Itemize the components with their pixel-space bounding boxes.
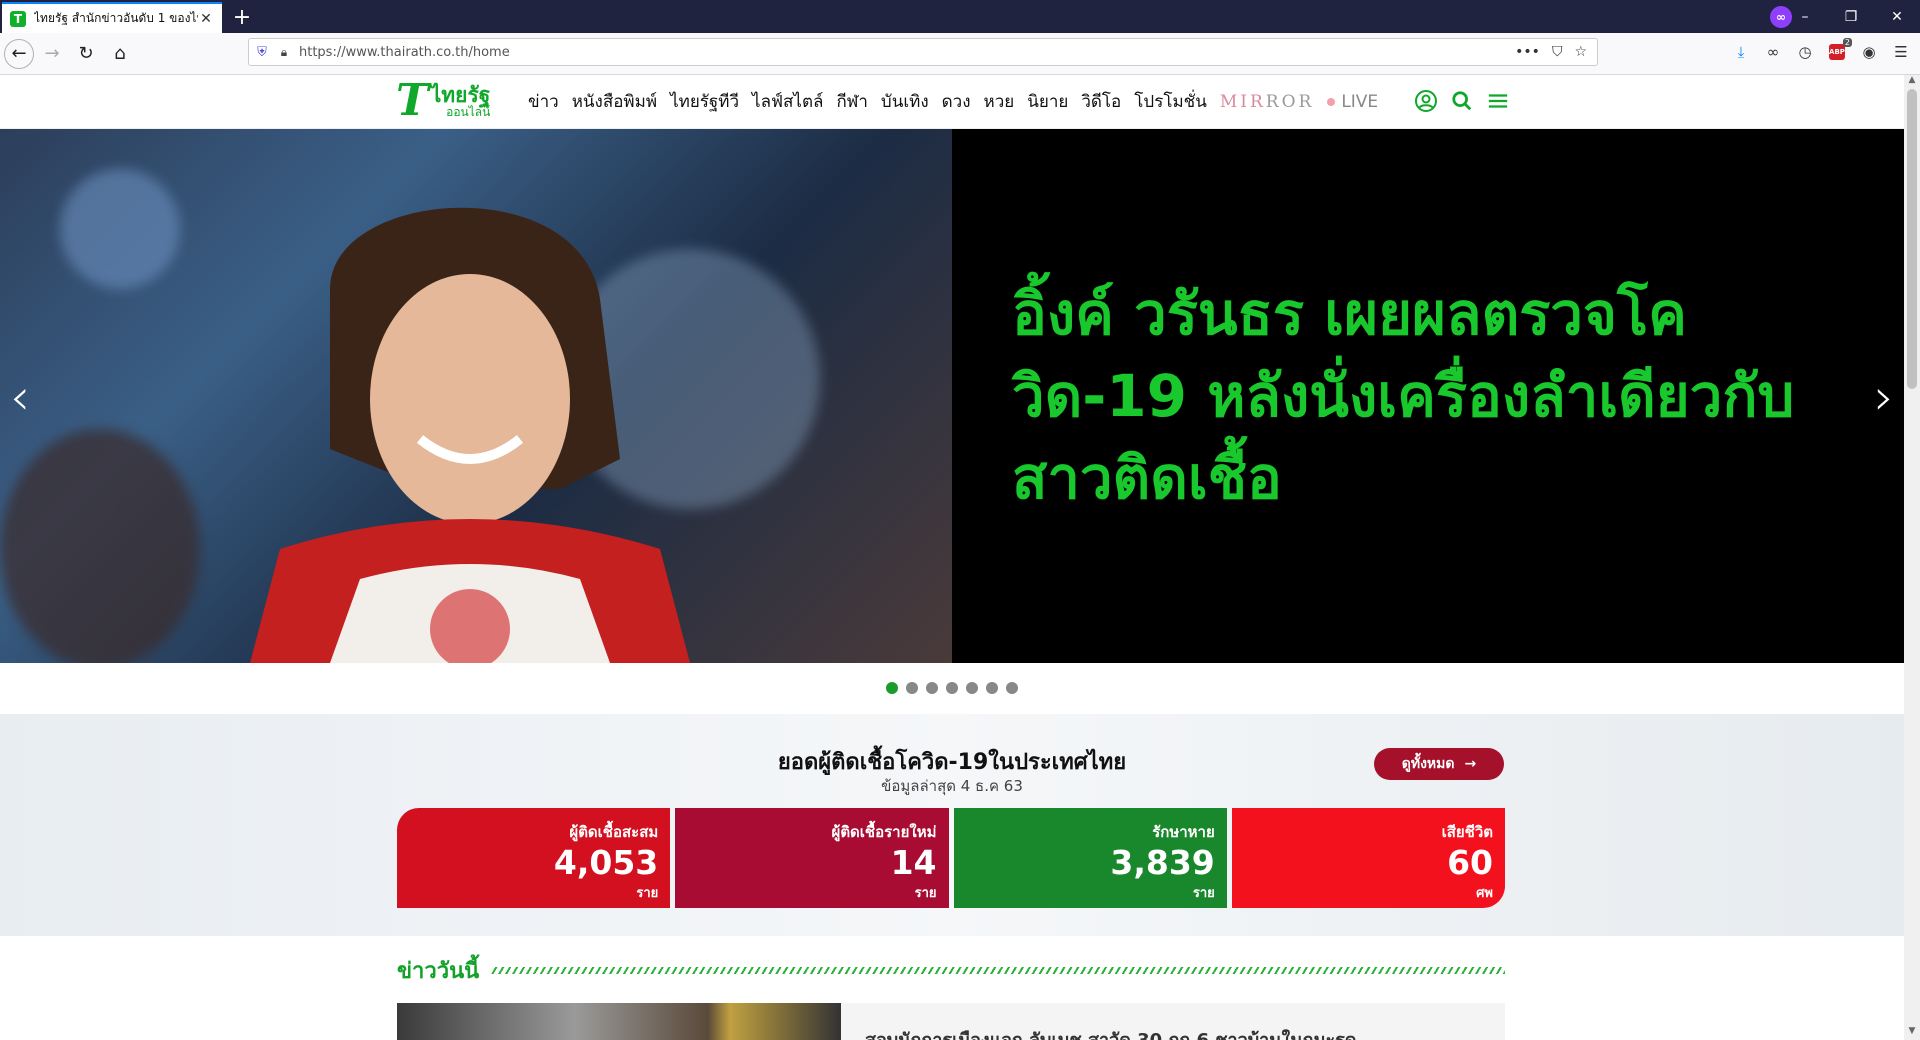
today-news-thumbnail[interactable] xyxy=(397,1003,841,1040)
carousel-dot[interactable] xyxy=(966,682,978,694)
carousel-dot[interactable] xyxy=(1006,682,1018,694)
user-account-icon[interactable] xyxy=(1413,88,1439,114)
nav-item-video[interactable]: วิดีโอ xyxy=(1081,88,1121,115)
page-actions-icon[interactable]: ••• xyxy=(1515,44,1540,60)
thairath-favicon-icon: T xyxy=(10,10,26,27)
nav-item-novel[interactable]: นิยาย xyxy=(1027,88,1068,115)
covid-updated-date: ข้อมูลล่าสุด 4 ธ.ค 63 xyxy=(881,777,1023,795)
arrow-right-icon: → xyxy=(1464,756,1477,772)
nav-item-lottery[interactable]: หวย xyxy=(984,88,1015,115)
adblock-plus-icon[interactable]: ABP 2 xyxy=(1826,38,1852,66)
carousel-prev-icon[interactable]: ‹ xyxy=(0,368,40,426)
history-clock-icon[interactable]: ◷ xyxy=(1794,38,1816,66)
stat-deaths: เสียชีวิต 60 ศพ xyxy=(1231,808,1505,908)
today-news-card[interactable]: สอบนักการเมืองแจก ลับเมช สาวัด 30 ถูก 6 … xyxy=(397,1003,1505,1040)
reload-button[interactable]: ↻ xyxy=(70,38,102,70)
see-all-button[interactable]: ดูทั้งหมด → xyxy=(1374,748,1504,780)
close-window-button[interactable]: ✕ xyxy=(1874,0,1920,33)
url-text[interactable]: https://www.thairath.co.th/home xyxy=(293,45,1515,60)
page-scrollbar[interactable]: ▲ ▼ xyxy=(1904,75,1920,1040)
logo-sub-text: ออนไลน์ xyxy=(446,104,491,119)
nav-item-horoscope[interactable]: ดวง xyxy=(942,88,971,115)
menu-hamburger-icon[interactable]: ☰ xyxy=(1890,38,1912,66)
browser-tab[interactable]: T ไทยรัฐ สำนักข่าวอันดับ 1 ของไทย ✕ xyxy=(2,2,222,33)
today-news-title[interactable]: ข่าววันนี้ xyxy=(397,953,479,988)
live-dot-icon xyxy=(1327,97,1336,106)
bookmark-star-icon[interactable]: ☆ xyxy=(1574,44,1587,60)
browser-navbar: ← → ↻ ⌂ ⛨ 🔒︎ https://www.thairath.co.th/… xyxy=(0,33,1920,75)
nav-item-lifestyle[interactable]: ไลฟ์สไตล์ xyxy=(752,88,823,115)
stat-recovered: รักษาหาย 3,839 ราย xyxy=(953,808,1227,908)
hamburger-menu-icon[interactable] xyxy=(1485,88,1511,114)
covid-stat-cards: ผู้ติดเชื้อสะสม 4,053 ราย ผู้ติดเชื้อราย… xyxy=(397,808,1505,908)
nav-item-thairath-tv[interactable]: ไทยรัฐทีวี xyxy=(670,88,739,115)
stat-total-cases: ผู้ติดเชื้อสะสม 4,053 ราย xyxy=(397,808,671,908)
tab-close-icon[interactable]: ✕ xyxy=(198,11,214,27)
carousel-dot[interactable] xyxy=(886,682,898,694)
nav-item-promotion[interactable]: โปรโมชั่น xyxy=(1134,88,1207,115)
hero-headline[interactable]: อิ้งค์ วรันธร เผยผลตรวจโควิด-19 หลังนั่ง… xyxy=(1012,273,1852,519)
new-tab-button[interactable]: + xyxy=(222,2,262,33)
page-viewport: T ไทยรัฐ ออนไลน์ ข่าว หนังสือพิมพ์ ไทยรั… xyxy=(0,75,1904,1040)
carousel-dot[interactable] xyxy=(986,682,998,694)
thairath-logo[interactable]: T ไทยรัฐ ออนไลน์ xyxy=(396,75,508,126)
covid-stats-section: ยอดผู้ติดเชื้อโควิด-19ในประเทศไทย ข้อมูล… xyxy=(0,714,1904,936)
nav-item-news[interactable]: ข่าว xyxy=(528,88,559,115)
logo-mark: T xyxy=(396,75,429,126)
section-divider xyxy=(491,966,1505,974)
restore-button[interactable]: ❐ xyxy=(1828,0,1874,33)
hero-carousel[interactable]: อิ้งค์ วรันธร เผยผลตรวจโควิด-19 หลังนั่ง… xyxy=(0,129,1904,663)
scroll-thumb[interactable] xyxy=(1907,89,1917,389)
url-bar[interactable]: ⛨ 🔒︎ https://www.thairath.co.th/home •••… xyxy=(248,38,1598,66)
nav-item-newspaper[interactable]: หนังสือพิมพ์ xyxy=(572,88,657,115)
lock-icon[interactable]: 🔒︎ xyxy=(275,45,293,60)
carousel-dot[interactable] xyxy=(906,682,918,694)
today-news-header: ข่าววันนี้ xyxy=(397,955,1505,985)
search-icon[interactable] xyxy=(1449,88,1475,114)
browser-tabbar: T ไทยรัฐ สำนักข่าวอันดับ 1 ของไทย ✕ + ∞ … xyxy=(0,0,1920,33)
reader-glasses-icon[interactable]: ∞ xyxy=(1762,38,1784,66)
scroll-up-icon[interactable]: ▲ xyxy=(1904,75,1920,89)
back-button[interactable]: ← xyxy=(4,38,34,69)
nav-item-mirror[interactable]: MIRROR xyxy=(1220,92,1314,112)
download-icon[interactable]: ⤓ xyxy=(1730,38,1752,66)
carousel-dot[interactable] xyxy=(926,682,938,694)
stat-new-cases: ผู้ติดเชื้อรายใหม่ 14 ราย xyxy=(675,808,949,908)
forward-button[interactable]: → xyxy=(36,38,68,70)
home-button[interactable]: ⌂ xyxy=(104,38,136,70)
extension-icon[interactable]: ◉ xyxy=(1858,38,1880,66)
site-header: T ไทยรัฐ ออนไลน์ ข่าว หนังสือพิมพ์ ไทยรั… xyxy=(0,75,1904,129)
scroll-down-icon[interactable]: ▼ xyxy=(1904,1026,1920,1040)
hero-photo[interactable] xyxy=(0,129,952,663)
logo-main-text: ไทยรัฐ xyxy=(430,82,491,107)
carousel-dots xyxy=(0,663,1904,713)
tracking-shield-icon[interactable]: ⛨ xyxy=(249,45,275,60)
today-news-headline[interactable]: สอบนักการเมืองแจก ลับเมช สาวัด 30 ถูก 6 … xyxy=(865,1025,1356,1040)
nav-item-entertainment[interactable]: บันเทิง xyxy=(881,88,929,115)
nav-item-sport[interactable]: กีฬา xyxy=(836,88,867,115)
nav-item-live[interactable]: LIVE xyxy=(1327,92,1378,112)
tab-title: ไทยรัฐ สำนักข่าวอันดับ 1 ของไทย xyxy=(34,11,198,25)
hero-person-figure xyxy=(250,207,690,663)
pocket-icon[interactable]: ⛉ xyxy=(1552,44,1563,60)
carousel-next-icon[interactable]: › xyxy=(1864,368,1904,426)
carousel-dot[interactable] xyxy=(946,682,958,694)
main-nav: ข่าว หนังสือพิมพ์ ไทยรัฐทีวี ไลฟ์สไตล์ ก… xyxy=(528,75,1378,128)
minimize-button[interactable]: – xyxy=(1782,0,1828,33)
window-controls: – ❐ ✕ xyxy=(1782,0,1920,33)
